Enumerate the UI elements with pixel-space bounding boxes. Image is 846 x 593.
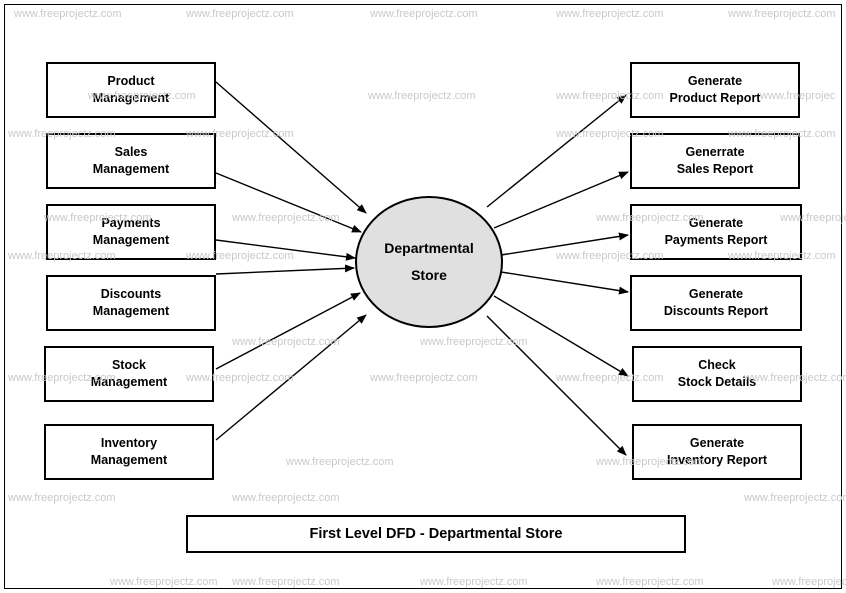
node-input-1[interactable]: Sales Management [46,133,216,189]
process-departmental-store[interactable]: Departmental Store [355,196,503,328]
node-output-0[interactable]: Generate Product Report [630,62,800,118]
node-input-3-line1: Discounts [100,287,162,302]
node-output-4[interactable]: Check Stock Details [632,346,802,402]
node-input-2[interactable]: Payments Management [46,204,216,260]
node-output-0-line1: Generate [687,74,743,89]
node-output-2-line1: Generate [688,216,744,231]
node-input-0[interactable]: Product Management [46,62,216,118]
node-input-4-line1: Stock [111,358,147,373]
node-output-5-line1: Generate [689,436,745,451]
node-output-5-line2: Inventory Report [666,453,767,467]
node-output-0-line2: Product Report [669,91,761,105]
node-input-0-line2: Management [92,91,170,105]
node-input-1-line2: Management [92,162,170,176]
node-output-1-line2: Sales Report [676,162,754,176]
node-input-5[interactable]: Inventory Management [44,424,214,480]
process-line1: Departmental [384,240,474,257]
node-input-2-line1: Payments [101,216,161,231]
process-line2: Store [411,267,447,283]
node-output-3-line1: Generate [688,287,744,302]
node-input-0-line1: Product [107,74,155,89]
node-output-1[interactable]: Generrate Sales Report [630,133,800,189]
diagram-title: First Level DFD - Departmental Store [309,526,563,542]
node-output-4-line1: Check [698,358,736,373]
node-output-2[interactable]: Generate Payments Report [630,204,802,260]
node-output-4-line2: Stock Details [677,375,757,389]
node-input-5-line1: Inventory [100,436,158,451]
node-output-3-line2: Discounts Report [663,304,769,318]
node-output-5[interactable]: Generate Inventory Report [632,424,802,480]
node-input-4-line2: Management [90,375,168,389]
node-output-1-line1: Generrate [685,145,745,160]
node-input-5-line2: Management [90,453,168,467]
diagram-title-box: First Level DFD - Departmental Store [186,515,686,553]
node-input-3-line2: Management [92,304,170,318]
node-input-3[interactable]: Discounts Management [46,275,216,331]
dfd-diagram-canvas: Product Management Sales Management Paym… [0,0,846,593]
node-output-2-line2: Payments Report [664,233,768,247]
node-input-4[interactable]: Stock Management [44,346,214,402]
node-output-3[interactable]: Generate Discounts Report [630,275,802,331]
node-input-1-line1: Sales [114,145,148,160]
node-input-2-line2: Management [92,233,170,247]
